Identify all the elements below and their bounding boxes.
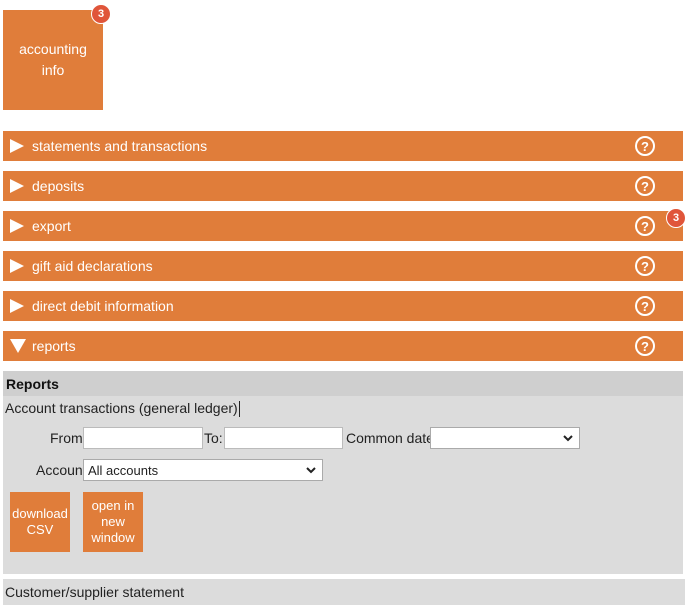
common-dates-select[interactable]	[430, 427, 580, 449]
chevron-down-icon	[563, 435, 573, 442]
expand-triangle-icon	[10, 179, 30, 193]
from-date-input[interactable]	[83, 427, 203, 449]
help-icon[interactable]: ?	[635, 176, 655, 196]
section-label: direct debit information	[32, 298, 174, 314]
account-select-value: All accounts	[88, 462, 159, 478]
collapse-triangle-icon	[10, 339, 30, 353]
accounting-info-tile[interactable]: accounting info	[3, 10, 103, 110]
expand-triangle-icon	[10, 139, 30, 153]
customer-supplier-statement-item[interactable]: Customer/supplier statement	[3, 579, 685, 605]
help-icon[interactable]: ?	[635, 296, 655, 316]
chevron-down-icon	[306, 467, 316, 474]
notification-badge: 3	[91, 4, 111, 24]
section-statements-and-transactions[interactable]: statements and transactions ?	[3, 131, 683, 161]
help-icon[interactable]: ?	[635, 256, 655, 276]
section-export[interactable]: export ? 3	[3, 208, 686, 241]
open-new-window-button[interactable]: open in new window	[83, 492, 143, 552]
section-reports[interactable]: reports ?	[3, 331, 683, 361]
accounting-info-label: accounting info	[19, 41, 87, 78]
section-label: export	[32, 218, 71, 234]
open-new-window-label: open in new window	[91, 498, 135, 545]
section-label: statements and transactions	[32, 138, 208, 154]
expand-triangle-icon	[10, 299, 30, 313]
section-deposits[interactable]: deposits ?	[3, 171, 683, 201]
expand-triangle-icon	[10, 259, 30, 273]
text-caret	[238, 401, 240, 418]
to-label: To:	[204, 430, 223, 446]
section-label: gift aid declarations	[32, 258, 153, 274]
download-csv-button[interactable]: download CSV	[10, 492, 70, 552]
section-label: deposits	[32, 178, 85, 194]
help-icon[interactable]: ?	[635, 336, 655, 356]
section-label: reports	[32, 338, 76, 354]
expand-triangle-icon	[10, 219, 30, 233]
section-gift-aid-declarations[interactable]: gift aid declarations ?	[3, 251, 683, 281]
account-select[interactable]: All accounts	[83, 459, 323, 481]
export-badge: 3	[666, 208, 686, 228]
help-icon[interactable]: ?	[635, 136, 655, 156]
to-date-input[interactable]	[224, 427, 343, 449]
reports-panel: Reports Account transactions (general le…	[3, 371, 683, 574]
report-subtitle-text: Account transactions (general ledger)	[5, 400, 238, 416]
reports-title: Reports	[3, 371, 683, 396]
from-label: From:	[50, 430, 87, 446]
help-icon[interactable]: ?	[635, 216, 655, 236]
report-subtitle: Account transactions (general ledger)	[3, 396, 683, 418]
section-list: statements and transactions ? deposits ?…	[3, 131, 686, 371]
customer-supplier-statement-label: Customer/supplier statement	[5, 584, 184, 600]
section-direct-debit-information[interactable]: direct debit information ?	[3, 291, 683, 321]
download-csv-label: download CSV	[12, 506, 68, 537]
